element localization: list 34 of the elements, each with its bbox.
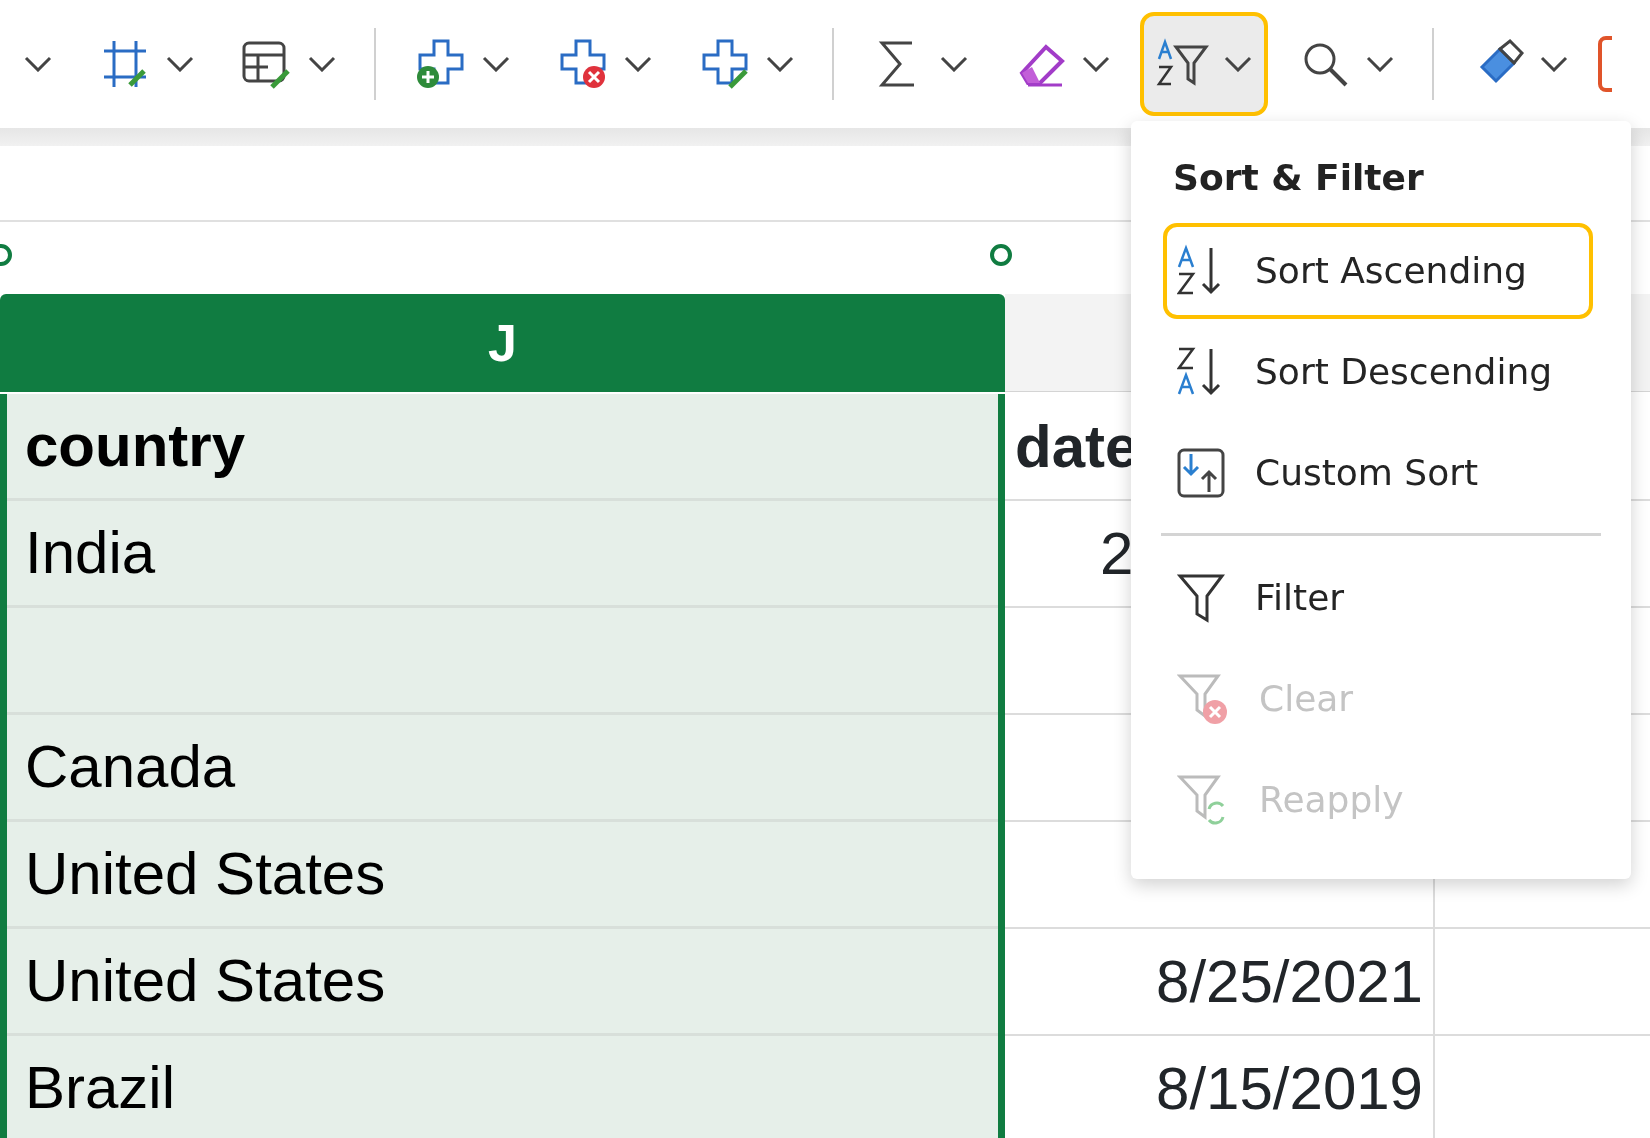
app-icon (1598, 36, 1612, 92)
table-cell: Canada (25, 737, 236, 797)
chevron-down-icon (1540, 56, 1568, 72)
chevron-down-icon (24, 56, 52, 72)
table-cell: 8/25/2021 (1156, 951, 1423, 1012)
selection-handle[interactable] (990, 244, 1012, 266)
chevron-down-icon (766, 56, 794, 72)
chevron-down-icon (1082, 56, 1110, 72)
table-cell: 8/15/2019 (1156, 1058, 1423, 1119)
menu-title: Sort & Filter (1173, 157, 1424, 198)
chevron-down-icon (1224, 56, 1252, 72)
chevron-down-icon (624, 56, 652, 72)
toolbar-dropdown-button[interactable] (1140, 12, 1268, 116)
chevron-down-icon (166, 56, 194, 72)
filter-icon (1177, 572, 1225, 624)
table-cell: Brazil (25, 1058, 176, 1118)
menu-item[interactable]: Sort Descending (1163, 324, 1593, 420)
table-cell: country (25, 416, 246, 476)
table-cell: date (1015, 416, 1139, 477)
chevron-down-icon (940, 56, 968, 72)
chevron-down-icon (1366, 56, 1394, 72)
menu-item[interactable]: Custom Sort (1163, 425, 1593, 521)
table-cell: 2 (1100, 523, 1134, 584)
table-cell: United States (25, 844, 386, 904)
column-letter: J (488, 313, 517, 374)
chevron-down-icon (482, 56, 510, 72)
table-cell: United States (25, 951, 386, 1011)
column-header[interactable]: J (0, 294, 1005, 392)
table-cell: India (25, 523, 156, 583)
menu-item[interactable]: Sort Ascending (1163, 223, 1593, 319)
custom-sort-icon (1177, 448, 1225, 498)
chevron-down-icon (308, 56, 336, 72)
filter-clear-icon (1177, 672, 1229, 726)
menu-item[interactable]: Filter (1163, 550, 1593, 646)
